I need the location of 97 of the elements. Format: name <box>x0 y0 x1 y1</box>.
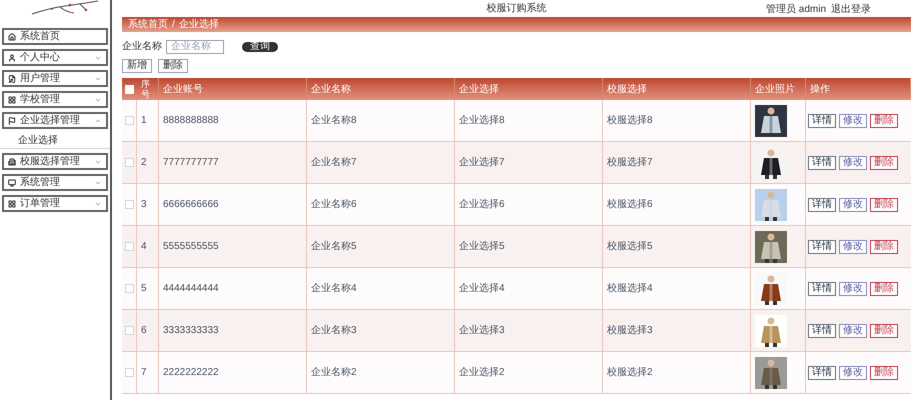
edit-button[interactable]: 修改 <box>839 324 867 338</box>
table-cell-text: 企业名称6 <box>311 198 357 212</box>
table-cell-text: 5555555555 <box>163 240 219 254</box>
table-cell-text: 企业选择8 <box>459 114 505 128</box>
delete-button[interactable]: 删除 <box>870 366 898 380</box>
details-button[interactable]: 详情 <box>808 282 836 296</box>
table-cell-text: 1 <box>141 114 147 128</box>
edit-button[interactable]: 修改 <box>839 240 867 254</box>
table-cell-text: 企业选择6 <box>459 198 505 212</box>
sidebar-item[interactable]: 个人中心 <box>2 49 108 66</box>
edit-button[interactable]: 修改 <box>839 282 867 296</box>
delete-button[interactable]: 删除 <box>870 198 898 212</box>
table-cell-text: 校服选择2 <box>607 366 653 380</box>
menu-icon <box>8 178 16 186</box>
details-button[interactable]: 详情 <box>808 324 836 338</box>
delete-button[interactable]: 删除 <box>870 240 898 254</box>
table-cell-text: 企业选择5 <box>459 240 505 254</box>
breadcrumb-separator: / <box>172 18 175 32</box>
logout-link[interactable]: 退出登录 <box>831 2 871 17</box>
search-label: 企业名称 <box>122 40 162 54</box>
edit-button[interactable]: 修改 <box>839 366 867 380</box>
table-cell-text: 企业名称3 <box>311 324 357 338</box>
column-header: 企业名称 <box>311 82 351 96</box>
table-cell-text: 校服选择4 <box>607 282 653 296</box>
column-header: 企业选择 <box>459 82 499 96</box>
menu-icon <box>8 96 16 104</box>
delete-button[interactable]: 删除 <box>870 282 898 296</box>
table-cell-text: 校服选择3 <box>607 324 653 338</box>
table-cell-text: 校服选择6 <box>607 198 653 212</box>
table-cell-text: 7 <box>141 366 147 380</box>
sidebar-item[interactable]: 订单管理 <box>2 195 108 212</box>
column-header: 企业照片 <box>755 82 795 96</box>
table-cell-text: 企业选择3 <box>459 324 505 338</box>
table-cell-text: 4444444444 <box>163 282 219 296</box>
table-cell-text: 校服选择5 <box>607 240 653 254</box>
table-cell-text: 3333333333 <box>163 324 219 338</box>
details-button[interactable]: 详情 <box>808 240 836 254</box>
sidebar-item[interactable]: 学校管理 <box>2 91 108 108</box>
table-cell-text: 企业选择2 <box>459 366 505 380</box>
search-field[interactable]: 企业名称 <box>166 40 224 54</box>
menu-icon <box>8 74 16 82</box>
sidebar-item[interactable]: 企业选择管理 <box>2 112 108 129</box>
table-cell-text: 3 <box>141 198 147 212</box>
column-header: 校服选择 <box>607 82 647 96</box>
table-cell-text: 8888888888 <box>163 114 219 128</box>
breadcrumb-current: 企业选择 <box>178 18 219 32</box>
edit-button[interactable]: 修改 <box>839 198 867 212</box>
table-cell-text: 6 <box>141 324 147 338</box>
details-button[interactable]: 详情 <box>808 156 836 170</box>
checkbox[interactable] <box>124 242 134 251</box>
table-cell-text: 企业名称4 <box>311 282 357 296</box>
menu-icon <box>8 32 16 40</box>
table-cell-text: 企业名称2 <box>311 366 357 380</box>
table-cell-text: 企业名称7 <box>311 156 357 170</box>
table-cell-text: 企业名称5 <box>311 240 357 254</box>
table-cell-text: 企业选择4 <box>459 282 505 296</box>
checkbox[interactable] <box>124 326 134 335</box>
admin-label: 管理员 admin <box>766 3 826 17</box>
column-header: 企业账号 <box>163 82 203 96</box>
app-title: 校服订购系统 <box>486 2 546 16</box>
column-header: 操作 <box>810 82 830 96</box>
delete-button[interactable]: 删除 <box>870 156 898 170</box>
edit-button[interactable]: 修改 <box>839 114 867 128</box>
menu-icon <box>8 200 16 208</box>
checkbox[interactable] <box>124 368 134 377</box>
sidebar-item[interactable]: 系统首页 <box>2 28 108 45</box>
table-cell-text: 7777777777 <box>163 156 219 170</box>
branch-drawing <box>30 0 100 16</box>
delete-button[interactable]: 删除 <box>158 59 188 73</box>
column-header: 序号 <box>141 79 151 99</box>
table-cell-text: 5 <box>141 282 147 296</box>
details-button[interactable]: 详情 <box>808 198 836 212</box>
table-cell-text: 2 <box>141 156 147 170</box>
checkbox[interactable] <box>124 116 134 125</box>
add-button[interactable]: 新增 <box>122 59 152 73</box>
details-button[interactable]: 详情 <box>808 366 836 380</box>
submenu-item[interactable]: 企业选择 <box>0 133 110 149</box>
checkbox[interactable] <box>124 158 134 167</box>
table-cell-text: 2222222222 <box>163 366 219 380</box>
edit-button[interactable]: 修改 <box>839 156 867 170</box>
menu-icon <box>8 116 16 124</box>
table-cell-text: 校服选择8 <box>607 114 653 128</box>
delete-button[interactable]: 删除 <box>870 114 898 128</box>
table-cell-text: 企业名称8 <box>311 114 357 128</box>
sidebar-item[interactable]: 用户管理 <box>2 70 108 87</box>
sidebar-item[interactable]: 校服选择管理 <box>2 153 108 170</box>
table-cell-text: 企业选择7 <box>459 156 505 170</box>
table-cell-text: 校服选择7 <box>607 156 653 170</box>
menu-icon <box>8 158 16 166</box>
details-button[interactable]: 详情 <box>808 114 836 128</box>
sidebar-item[interactable]: 系统管理 <box>2 174 108 191</box>
checkbox[interactable] <box>124 284 134 293</box>
checkbox[interactable] <box>124 200 134 209</box>
table-cell-text: 6666666666 <box>163 198 219 212</box>
table-cell-text: 4 <box>141 240 147 254</box>
delete-button[interactable]: 删除 <box>870 324 898 338</box>
menu-icon <box>8 54 16 62</box>
